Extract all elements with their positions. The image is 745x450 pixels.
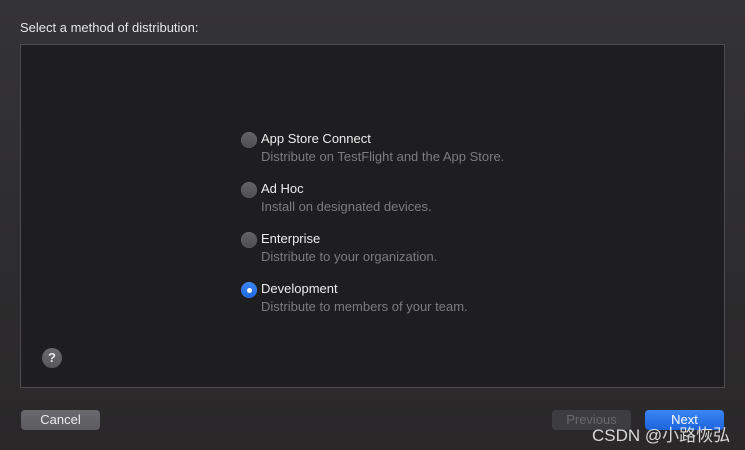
distribution-options-panel: App Store Connect Distribute on TestFlig…: [20, 44, 725, 388]
distribution-dialog: Select a method of distribution: App Sto…: [0, 0, 745, 450]
option-title: Enterprise: [261, 231, 321, 246]
option-development[interactable]: Development Distribute to members of you…: [241, 281, 561, 321]
radio-ad-hoc[interactable]: [241, 182, 257, 198]
radio-development[interactable]: [241, 282, 257, 298]
option-description: Distribute to your organization.: [261, 249, 438, 264]
option-enterprise[interactable]: Enterprise Distribute to your organizati…: [241, 231, 561, 271]
option-title: Development: [261, 281, 338, 296]
option-description: Distribute on TestFlight and the App Sto…: [261, 149, 505, 164]
radio-app-store-connect[interactable]: [241, 132, 257, 148]
option-title: App Store Connect: [261, 131, 371, 146]
option-description: Install on designated devices.: [261, 199, 432, 214]
option-title: Ad Hoc: [261, 181, 304, 196]
option-ad-hoc[interactable]: Ad Hoc Install on designated devices.: [241, 181, 561, 221]
radio-enterprise[interactable]: [241, 232, 257, 248]
watermark: CSDN @小路恢弘: [592, 426, 731, 445]
help-icon[interactable]: ?: [42, 348, 62, 368]
dialog-prompt: Select a method of distribution:: [20, 20, 199, 35]
option-app-store-connect[interactable]: App Store Connect Distribute on TestFlig…: [241, 131, 561, 171]
cancel-button[interactable]: Cancel: [21, 410, 100, 430]
option-description: Distribute to members of your team.: [261, 299, 468, 314]
